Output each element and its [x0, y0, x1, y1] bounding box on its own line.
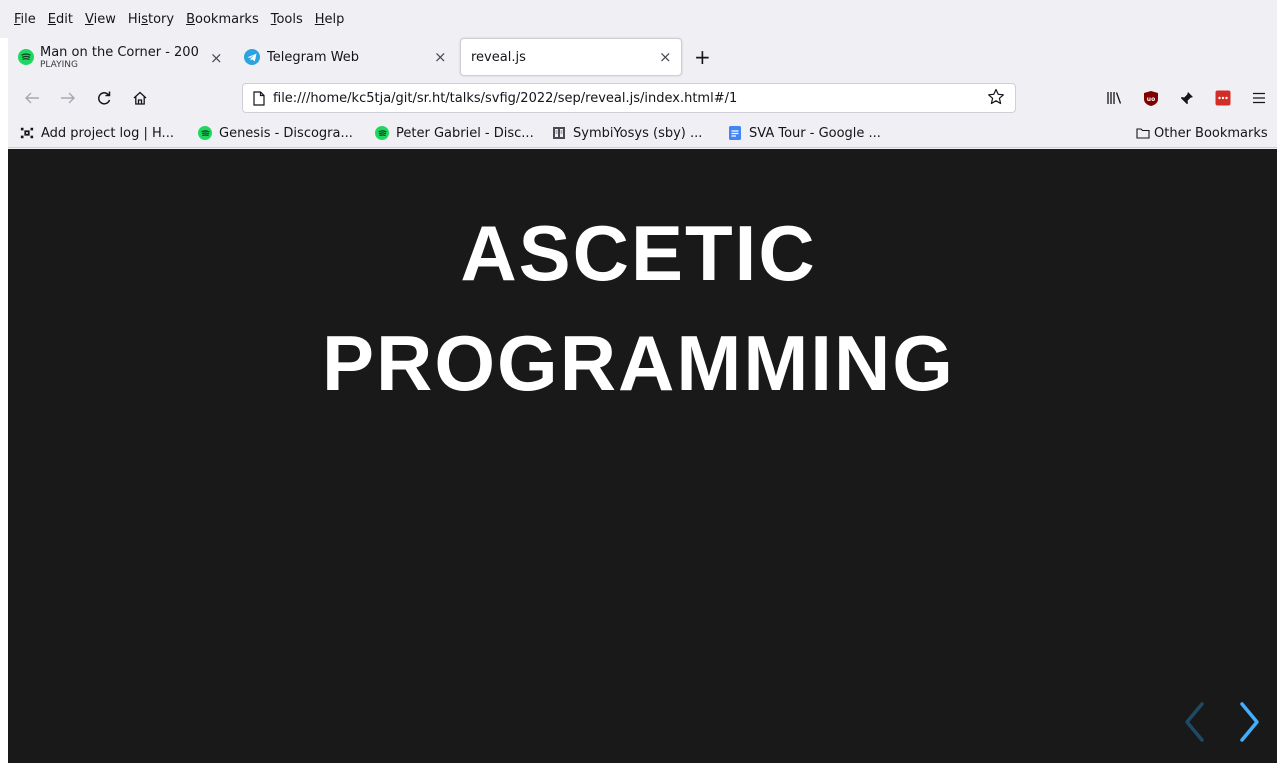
folder-icon: [1136, 126, 1150, 140]
svg-text:uo: uo: [1147, 96, 1155, 103]
menu-file[interactable]: File: [14, 13, 36, 27]
bookmark-peter-gabriel[interactable]: Peter Gabriel - Disc...: [375, 123, 534, 143]
slide-title-line-1: ASCETIC: [460, 209, 817, 297]
menu-history-key: s: [141, 12, 148, 27]
menu-tools[interactable]: Tools: [271, 13, 303, 27]
menu-history[interactable]: History: [128, 13, 174, 27]
menu-tools-post: ools: [276, 12, 303, 27]
menu-edit[interactable]: Edit: [48, 13, 73, 27]
spotify-icon: [375, 126, 389, 140]
tab-close-icon[interactable]: ×: [434, 49, 447, 65]
docs-book-icon: [552, 126, 566, 140]
bookmark-label: Peter Gabriel - Disc...: [396, 125, 534, 141]
slide-title-line-2: PROGRAMMING: [322, 319, 955, 407]
bookmark-sva-tour[interactable]: SVA Tour - Google ...: [728, 123, 881, 143]
slide-next-arrow-icon[interactable]: [1234, 700, 1264, 744]
tab-spotify[interactable]: Man on the Corner - 200 PLAYING ×: [12, 38, 230, 76]
pin-extension-icon[interactable]: [1177, 88, 1197, 108]
bookmark-label: SVA Tour - Google ...: [749, 125, 881, 141]
menu-edit-key: E: [47, 12, 56, 27]
url-bar[interactable]: file:///home/kc5tja/git/sr.ht/talks/svfi…: [242, 83, 1016, 113]
menu-bar: File Edit View History Bookmarks Tools H…: [0, 0, 1277, 38]
slide-prev-arrow-icon[interactable]: [1180, 700, 1210, 744]
forward-arrow-icon: [61, 92, 75, 104]
library-icon[interactable]: [1104, 88, 1124, 108]
bookmarks-bar: Add project log | H... Genesis - Discogr…: [8, 118, 1277, 148]
telegram-icon: [244, 49, 260, 65]
tab-strip: Man on the Corner - 200 PLAYING × Telegr…: [8, 38, 1277, 78]
other-bookmarks-label: Other Bookmarks: [1154, 125, 1268, 141]
lastpass-icon[interactable]: [1213, 88, 1233, 108]
slide-title: ASCETIC PROGRAMMING: [0, 198, 1277, 418]
home-button[interactable]: [128, 86, 152, 110]
navigation-bar: file:///home/kc5tja/git/sr.ht/talks/svfi…: [8, 78, 1277, 118]
google-docs-icon: [728, 126, 742, 140]
reload-button[interactable]: [92, 86, 116, 110]
url-text[interactable]: file:///home/kc5tja/git/sr.ht/talks/svfi…: [273, 91, 737, 106]
menu-view-post: iew: [93, 12, 116, 27]
forward-button[interactable]: [56, 86, 80, 110]
bookmark-symbiyosys[interactable]: SymbiYosys (sby) ...: [552, 123, 702, 143]
menu-help[interactable]: Help: [315, 13, 345, 27]
tab-close-icon[interactable]: ×: [210, 50, 223, 66]
reload-icon: [98, 91, 111, 105]
menu-help-post: elp: [324, 12, 345, 27]
bookmark-genesis[interactable]: Genesis - Discogra...: [198, 123, 353, 143]
ublock-origin-icon[interactable]: uo: [1141, 88, 1161, 108]
tab-title: Man on the Corner - 200: [40, 44, 199, 60]
tab-title: Telegram Web: [267, 49, 360, 65]
tab-spotify-text: Man on the Corner - 200 PLAYING: [40, 45, 208, 70]
tab-revealjs[interactable]: reveal.js ×: [460, 38, 682, 76]
bookmark-star-icon[interactable]: [987, 88, 1005, 106]
bookmark-label: SymbiYosys (sby) ...: [573, 125, 703, 141]
spotify-icon: [18, 49, 34, 65]
menu-edit-post: dit: [56, 12, 73, 27]
bookmark-hackaday[interactable]: Add project log | H...: [20, 123, 174, 143]
hackaday-icon: [20, 126, 34, 140]
menu-bookmarks-post: ookmarks: [195, 12, 259, 27]
tab-playing-label: PLAYING: [40, 59, 78, 70]
menu-bookmarks[interactable]: Bookmarks: [186, 13, 259, 27]
tab-close-icon[interactable]: ×: [659, 49, 672, 65]
other-bookmarks[interactable]: Other Bookmarks: [1136, 123, 1268, 143]
back-arrow-icon: [25, 92, 39, 104]
spotify-icon: [198, 126, 212, 140]
menu-history-pre: Hi: [127, 12, 142, 27]
menu-help-key: H: [314, 12, 325, 27]
menu-file-post: ile: [20, 12, 36, 27]
tab-title: reveal.js: [471, 49, 526, 65]
bookmark-label: Add project log | H...: [41, 125, 174, 141]
back-button[interactable]: [20, 86, 44, 110]
hamburger-menu-icon[interactable]: [1249, 88, 1269, 108]
tab-telegram[interactable]: Telegram Web ×: [238, 38, 458, 76]
menu-view[interactable]: View: [85, 13, 116, 27]
menu-history-post: tory: [148, 12, 175, 27]
home-icon: [133, 91, 147, 105]
bookmark-label: Genesis - Discogra...: [219, 125, 353, 141]
menu-bookmarks-key: B: [186, 12, 196, 27]
file-icon: [253, 90, 265, 106]
new-tab-button[interactable]: +: [694, 45, 711, 69]
menu-view-key: V: [84, 12, 94, 27]
